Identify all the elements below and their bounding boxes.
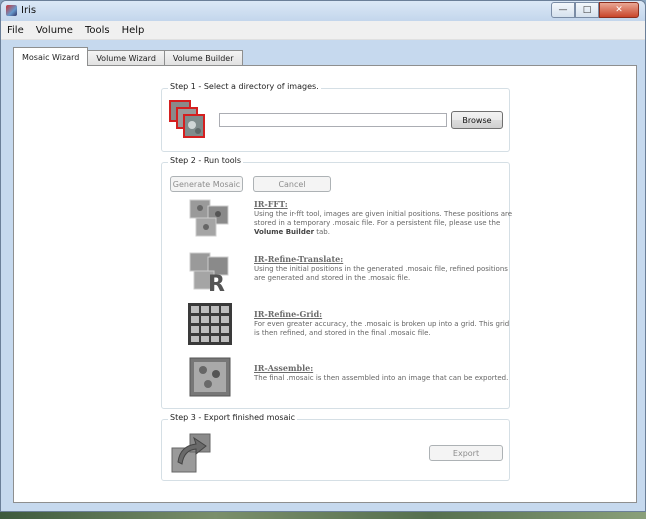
ir-refine-grid-icon: [188, 303, 232, 345]
step1-group: Step 1 - Select a directory of images. B…: [161, 82, 510, 152]
menu-file[interactable]: File: [1, 25, 30, 36]
close-button[interactable]: ✕: [599, 2, 639, 18]
ir-refine-translate-title: IR-Refine-Translate:: [254, 254, 344, 264]
desktop-background-strip: [0, 512, 646, 519]
ir-refine-translate-description: Using the initial positions in the gener…: [254, 265, 508, 282]
minimize-icon: —: [558, 5, 568, 15]
image-stack-icon: [169, 100, 205, 138]
ir-refine-grid-title: IR-Refine-Grid:: [254, 309, 323, 319]
ir-assemble-description: The final .mosaic is then assembled into…: [254, 374, 509, 382]
ir-fft-title: IR-FFT:: [254, 199, 288, 209]
step3-group: Step 3 - Export finished mosaic Export: [161, 413, 510, 481]
title-bar[interactable]: Iris — □ ✕: [1, 1, 645, 21]
directory-path-input[interactable]: [219, 113, 447, 127]
ir-fft-description: Using the ir-fft tool, images are given …: [254, 210, 516, 237]
menu-tools[interactable]: Tools: [79, 25, 116, 36]
menu-volume[interactable]: Volume: [30, 25, 79, 36]
mosaic-wizard-panel: Step 1 - Select a directory of images. B…: [13, 65, 637, 503]
minimize-button[interactable]: —: [551, 2, 575, 18]
export-button[interactable]: Export: [429, 445, 503, 461]
step1-title: Step 1 - Select a directory of images.: [168, 82, 321, 91]
ir-refine-grid-description: For even greater accuracy, the .mosaic i…: [254, 320, 510, 337]
tab-volume-builder[interactable]: Volume Builder: [163, 50, 243, 66]
ir-fft-desc-bold: Volume Builder: [254, 228, 315, 236]
maximize-icon: □: [582, 5, 592, 15]
step2-group: Step 2 - Run tools Generate Mosaic Cance…: [161, 156, 512, 409]
window-title: Iris: [21, 5, 37, 16]
tab-volume-wizard[interactable]: Volume Wizard: [87, 50, 165, 66]
ir-assemble-icon: [189, 357, 231, 397]
export-arrow-icon: [171, 433, 211, 473]
tab-bar: Mosaic Wizard Volume Wizard Volume Build…: [13, 47, 243, 66]
step3-title: Step 3 - Export finished mosaic: [168, 413, 298, 422]
tab-mosaic-wizard[interactable]: Mosaic Wizard: [13, 47, 89, 66]
ir-fft-icon: [189, 199, 229, 237]
app-window: Iris — □ ✕ File Volume Tools Help Mosaic…: [0, 0, 646, 512]
svg-text:R: R: [208, 272, 225, 293]
ir-fft-desc-text: Using the ir-fft tool, images are given …: [254, 210, 513, 227]
menu-bar: File Volume Tools Help: [1, 21, 645, 40]
ir-refine-translate-icon: R: [189, 252, 229, 293]
ir-assemble-title: IR-Assemble:: [254, 363, 314, 373]
maximize-button[interactable]: □: [575, 2, 599, 18]
step2-title: Step 2 - Run tools: [168, 156, 244, 165]
client-area: Mosaic Wizard Volume Wizard Volume Build…: [9, 45, 637, 505]
menu-help[interactable]: Help: [116, 25, 151, 36]
cancel-button[interactable]: Cancel: [253, 176, 331, 192]
close-icon: ✕: [615, 5, 623, 15]
browse-button[interactable]: Browse: [451, 111, 503, 129]
app-icon: [6, 5, 17, 16]
ir-fft-desc-end: tab.: [314, 228, 330, 236]
generate-mosaic-button[interactable]: Generate Mosaic: [170, 176, 243, 192]
